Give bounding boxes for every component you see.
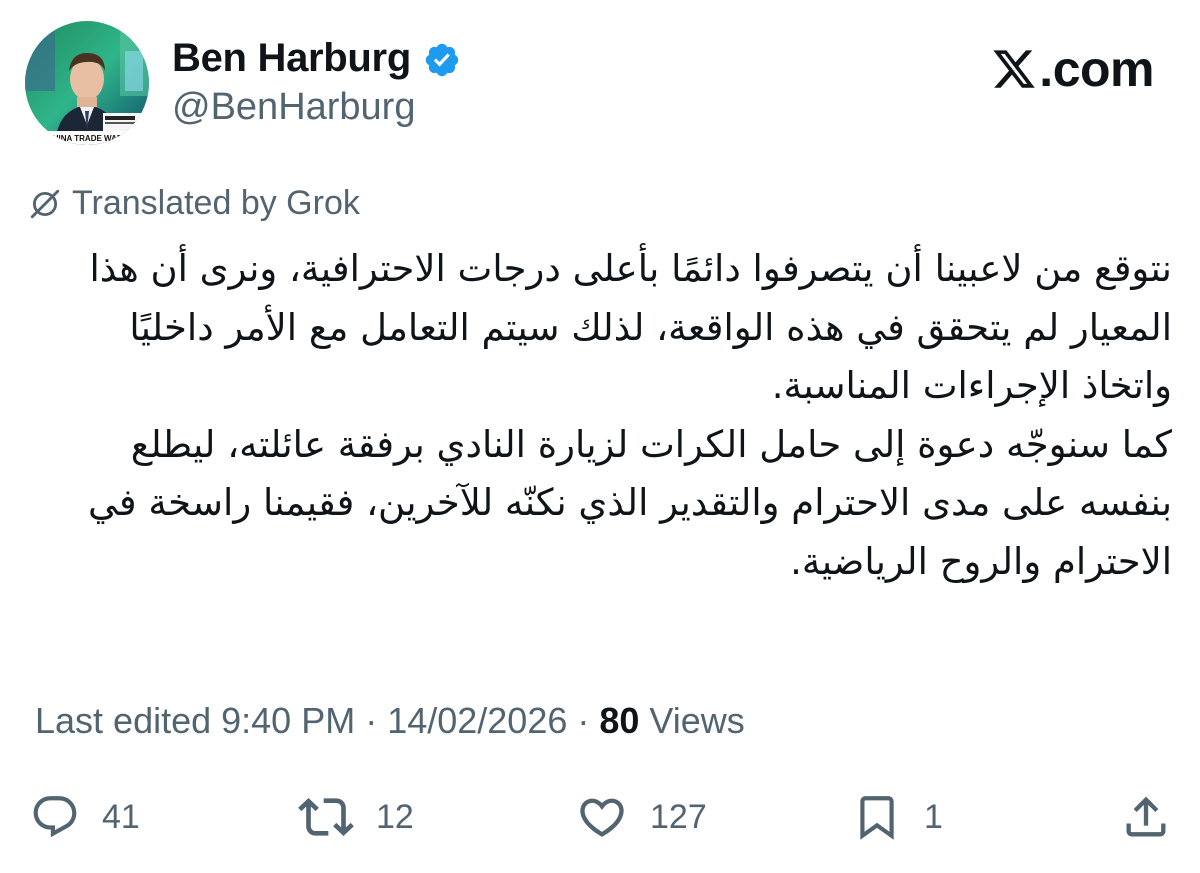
heart-icon xyxy=(576,791,628,843)
x-logo-icon xyxy=(991,46,1037,92)
repost-icon xyxy=(298,789,354,845)
avatar[interactable]: CHINA TRADE WAR xyxy=(25,21,149,145)
share-icon xyxy=(1120,791,1172,843)
verified-badge-icon xyxy=(423,41,461,79)
repost-count: 12 xyxy=(376,797,414,836)
tweet-paragraph: كما سنوجّه دعوة إلى حامل الكرات لزيارة ا… xyxy=(88,422,1172,583)
like-count: 127 xyxy=(650,797,707,836)
bookmark-button[interactable]: 1 xyxy=(852,790,943,844)
avatar-image: CHINA TRADE WAR xyxy=(25,21,149,145)
reply-icon xyxy=(30,792,80,842)
avatar-caption: CHINA TRADE WAR xyxy=(47,134,123,143)
translation-label: Translated by Grok xyxy=(72,184,360,222)
edited-timestamp[interactable]: Last edited 9:40 PM · 14/02/2026 · xyxy=(35,700,599,741)
tweet-text: نتوقع من لاعبينا أن يتصرفوا دائمًا بأعلى… xyxy=(30,240,1172,591)
views-count: 80 xyxy=(599,700,640,741)
bookmark-count: 1 xyxy=(924,797,943,836)
translation-indicator[interactable]: Translated by Grok xyxy=(28,184,360,223)
translate-off-icon xyxy=(28,187,62,221)
author-name-row: Ben Harburg xyxy=(172,36,461,81)
author-handle[interactable]: @BenHarburg xyxy=(172,86,415,129)
tweet-meta: Last edited 9:40 PM · 14/02/2026 · 80 Vi… xyxy=(35,700,745,742)
brand-logo: .com xyxy=(991,40,1154,98)
action-bar: 41 12 127 1 xyxy=(0,790,1200,844)
bookmark-icon xyxy=(852,792,902,842)
brand-domain-text: .com xyxy=(1039,41,1154,97)
views-label: Views xyxy=(639,700,745,741)
like-button[interactable]: 127 xyxy=(576,790,707,844)
tweet-paragraph: نتوقع من لاعبينا أن يتصرفوا دائمًا بأعلى… xyxy=(89,247,1173,407)
reply-count: 41 xyxy=(102,797,140,836)
repost-button[interactable]: 12 xyxy=(298,790,414,844)
share-button[interactable] xyxy=(1120,790,1172,844)
author-display-name[interactable]: Ben Harburg xyxy=(172,36,411,81)
reply-button[interactable]: 41 xyxy=(30,790,140,844)
